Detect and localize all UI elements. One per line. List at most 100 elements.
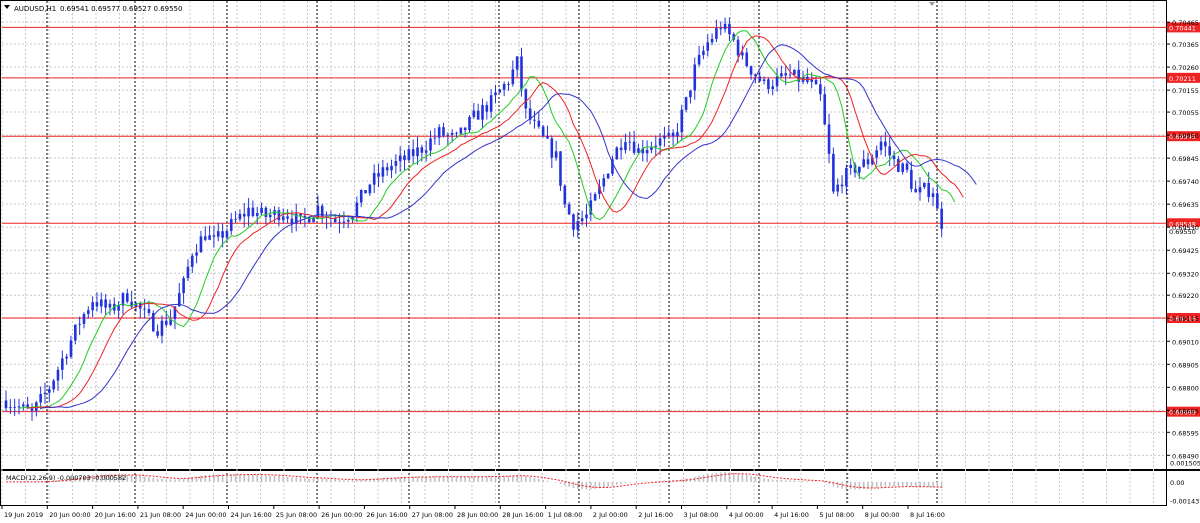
candle-body — [203, 236, 207, 240]
candle-body — [654, 145, 658, 147]
candle-body — [164, 320, 168, 325]
candle-body — [632, 141, 636, 153]
y-tick-label: 0.69320 — [1172, 270, 1199, 278]
candle-body — [216, 231, 220, 237]
candle-body — [619, 147, 623, 151]
candle-body — [767, 79, 770, 89]
x-tick-label: 20 Jun 16:00 — [95, 511, 136, 519]
y-tick-label: 0.70365 — [1172, 41, 1199, 49]
x-tick-label: 3 Jul 08:00 — [684, 511, 719, 519]
x-tick-label: 24 Jun 00:00 — [185, 511, 226, 519]
candle-body — [225, 230, 229, 238]
y-tick-label: 0.68800 — [1172, 384, 1199, 392]
candle-body — [719, 28, 723, 30]
candle-body — [667, 132, 671, 136]
candle-body — [615, 147, 619, 160]
y-tick-label: 0.69740 — [1172, 178, 1199, 186]
candle-body — [897, 159, 900, 172]
candle-body — [476, 110, 480, 120]
candle-body — [849, 164, 853, 168]
y-tick-label: 0.70465 — [1172, 19, 1199, 27]
candle-body — [541, 126, 545, 137]
candle-body — [645, 149, 649, 154]
candle-body — [840, 184, 844, 187]
candle-body — [715, 28, 718, 39]
candle-body — [286, 216, 289, 219]
candle-body — [624, 142, 627, 151]
ohlc-values: 0.69541 0.69577 0.69527 0.69550 — [60, 5, 182, 13]
candle-body — [195, 252, 198, 256]
y-tick-label: 0.69950 — [1172, 132, 1199, 140]
chart-header: AUDUSD,H1 0.69541 0.69577 0.69527 0.6955… — [4, 5, 182, 13]
candle-body — [108, 303, 112, 308]
candle-body — [424, 150, 428, 153]
candle-body — [602, 178, 606, 187]
candle-body — [723, 23, 727, 30]
candle-body — [606, 173, 610, 179]
candle-body — [446, 134, 450, 136]
candle-body — [676, 132, 679, 137]
candle-body — [671, 132, 675, 137]
candle-body — [91, 302, 94, 311]
candle-body — [346, 219, 350, 222]
x-tick-label: 5 Jul 08:00 — [819, 511, 854, 519]
candle-body — [762, 79, 766, 82]
candle-body — [82, 313, 86, 324]
candle-body — [706, 42, 710, 51]
symbol-label: AUDUSD,H1 — [14, 5, 56, 13]
candle-body — [333, 218, 337, 223]
macd-tick-label: 0.00 — [1170, 479, 1184, 487]
candle-body — [788, 74, 792, 76]
candle-body — [117, 305, 120, 311]
candle-body — [316, 205, 320, 218]
x-tick-label: 24 Jun 16:00 — [231, 511, 272, 519]
candle-body — [13, 407, 16, 408]
candle-body — [30, 408, 34, 411]
candle-body — [580, 218, 584, 222]
x-tick-label: 28 Jun 16:00 — [502, 511, 543, 519]
candle-body — [221, 231, 224, 238]
candle-body — [832, 153, 835, 192]
candle-body — [702, 50, 705, 55]
candle-body — [572, 214, 575, 230]
candle-body — [576, 221, 580, 230]
x-tick-label: 4 Jul 16:00 — [774, 511, 809, 519]
x-tick-label: 28 Jun 00:00 — [457, 511, 498, 519]
candle-body — [771, 86, 775, 89]
candle-body — [758, 76, 762, 82]
x-tick-label: 8 Jul 00:00 — [865, 511, 900, 519]
macd-tick-label: 0.001505 — [1170, 460, 1200, 468]
candle-body — [745, 52, 749, 67]
candle-body — [520, 56, 523, 90]
candle-body — [22, 404, 25, 407]
candle-body — [736, 39, 740, 56]
candle-body — [56, 369, 60, 381]
candle-body — [845, 167, 848, 187]
candle-body — [693, 64, 697, 91]
candle-body — [238, 213, 242, 220]
candle-body — [637, 148, 640, 153]
x-tick-label: 2 Jul 00:00 — [593, 511, 628, 519]
candle-body — [247, 207, 250, 217]
candle-body — [459, 127, 463, 134]
candle-body — [260, 207, 263, 213]
x-tick-label: 27 Jun 08:00 — [412, 511, 453, 519]
x-tick-label: 1 Jul 08:00 — [548, 511, 583, 519]
candle-body — [156, 331, 159, 336]
candle-body — [927, 182, 930, 198]
candle-body — [784, 73, 788, 76]
candle-body — [507, 84, 510, 85]
candle-body — [567, 204, 571, 215]
candle-body — [9, 407, 12, 409]
chart-background — [0, 0, 1200, 523]
candle-body — [372, 172, 376, 185]
candle-body — [61, 358, 64, 370]
candle-body — [923, 182, 926, 188]
x-tick-label: 19 Jun 2019 — [4, 511, 43, 519]
candle-body — [931, 193, 935, 198]
candle-body — [264, 207, 268, 218]
candle-body — [780, 73, 783, 77]
candle-body — [69, 340, 73, 357]
candle-body — [793, 69, 796, 75]
x-tick-label: 26 Jun 16:00 — [366, 511, 407, 519]
